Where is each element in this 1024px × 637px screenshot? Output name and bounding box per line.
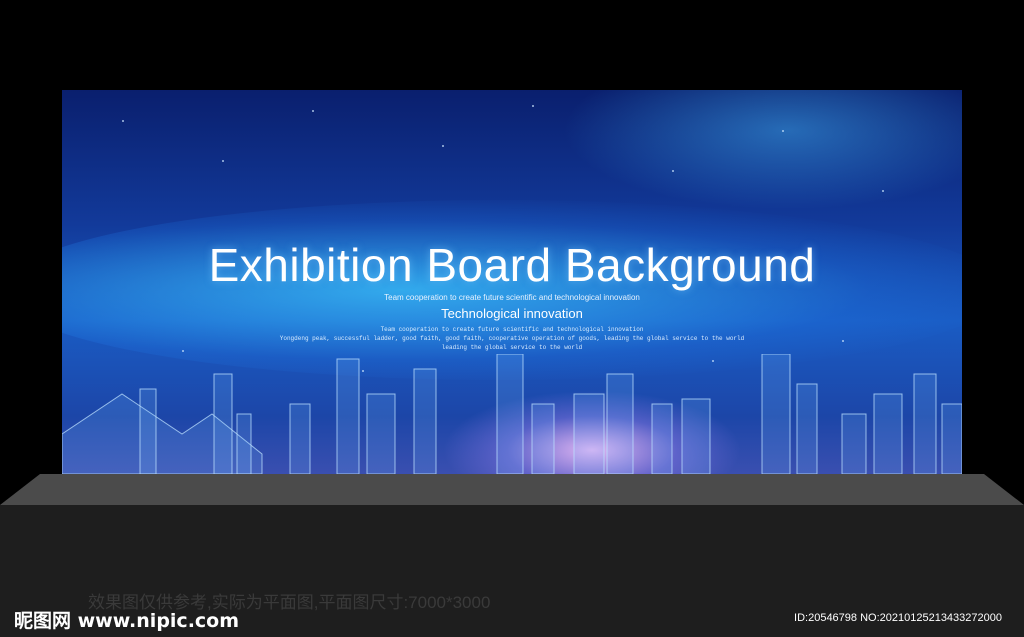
city-skyline: [62, 354, 962, 474]
image-id-text: ID:20546798 NO:20210125213433272000: [794, 612, 1002, 624]
board-title: Exhibition Board Background: [208, 239, 816, 291]
board-line-3: leading the global service to the world: [441, 344, 583, 351]
stage-top: [0, 474, 1024, 505]
star: [312, 110, 314, 112]
star: [532, 105, 534, 107]
sky-glow: [562, 90, 962, 210]
site-logo[interactable]: 昵图网 www.nipic.com: [14, 606, 239, 633]
star: [442, 145, 444, 147]
star: [672, 170, 674, 172]
star: [782, 130, 784, 132]
star: [122, 120, 124, 122]
star: [222, 160, 224, 162]
board-tagline: Team cooperation to create future scient…: [384, 293, 640, 302]
star: [882, 190, 884, 192]
exhibition-board: Exhibition Board Background Team coopera…: [62, 90, 962, 474]
board-line-1: Team cooperation to create future scient…: [380, 326, 644, 333]
board-subtitle: Technological innovation: [441, 306, 583, 321]
board-line-2: Yongdeng peak, successful ladder, good f…: [279, 335, 745, 342]
